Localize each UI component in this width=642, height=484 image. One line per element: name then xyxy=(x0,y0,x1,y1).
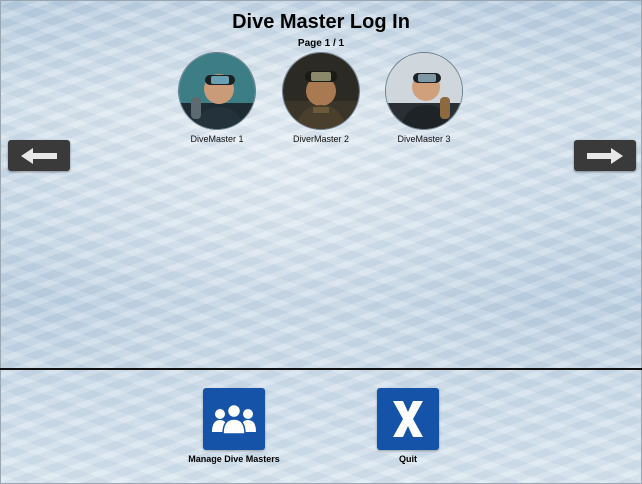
profile-divemaster-1[interactable]: DiveMaster 1 xyxy=(167,52,267,144)
avatar[interactable] xyxy=(385,52,463,130)
profile-name: DiverMaster 2 xyxy=(292,134,349,144)
avatar[interactable] xyxy=(282,52,360,130)
profile-divemaster-3[interactable]: DiveMaster 3 xyxy=(374,52,474,144)
previous-page-button[interactable] xyxy=(8,140,70,171)
divider xyxy=(0,368,642,370)
profile-name: DiveMaster 1 xyxy=(190,134,244,144)
manage-dive-masters-tile[interactable] xyxy=(203,388,265,450)
page-title: Dive Master Log In xyxy=(232,11,410,33)
page-indicator: Page 1 / 1 xyxy=(297,38,345,49)
group-icon xyxy=(212,403,256,435)
quit-button[interactable]: Quit xyxy=(370,388,446,464)
arrow-left-icon xyxy=(21,147,57,164)
avatar[interactable] xyxy=(178,52,256,130)
x-icon xyxy=(393,401,423,437)
next-page-button[interactable] xyxy=(574,140,636,171)
profile-divemaster-2[interactable]: DiverMaster 2 xyxy=(271,52,371,144)
profile-name: DiveMaster 3 xyxy=(397,134,451,144)
quit-tile[interactable] xyxy=(377,388,439,450)
arrow-right-icon xyxy=(587,147,623,164)
manage-dive-masters-button[interactable]: Manage Dive Masters xyxy=(176,388,292,464)
manage-dive-masters-label: Manage Dive Masters xyxy=(188,454,280,464)
quit-label: Quit xyxy=(399,454,417,464)
